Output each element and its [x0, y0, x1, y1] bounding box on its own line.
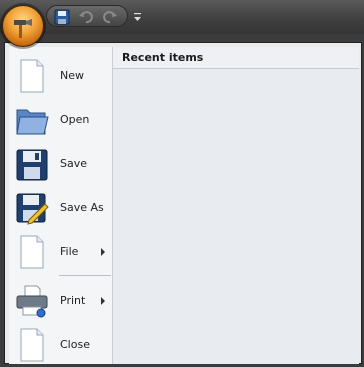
save-as-icon [15, 190, 49, 226]
title-bar [0, 0, 364, 34]
application-menu: New Open Save Save As File Print Close R… [4, 42, 362, 364]
menu-item-label: New [60, 69, 84, 82]
customize-toolbar-dropdown-icon[interactable] [132, 9, 144, 23]
open-folder-icon [15, 102, 49, 138]
redo-icon[interactable] [101, 8, 119, 26]
submenu-arrow-icon [101, 297, 105, 305]
menu-separator [59, 275, 111, 276]
undo-icon[interactable] [77, 8, 95, 26]
menu-item-label: Save As [60, 201, 104, 214]
menu-item-open[interactable]: Open [9, 98, 113, 142]
menu-item-save-as[interactable]: Save As [9, 186, 113, 230]
save-disk-icon [15, 146, 49, 182]
menu-item-label: Close [60, 338, 90, 351]
menu-item-label: Open [60, 113, 90, 126]
file-icon [15, 234, 49, 270]
printer-icon [15, 283, 49, 319]
menu-item-label: Print [60, 294, 86, 307]
menu-item-save[interactable]: Save [9, 142, 113, 186]
quick-access-toolbar [46, 5, 128, 27]
recent-items-header: Recent items [113, 47, 359, 69]
menu-item-new[interactable]: New [9, 54, 113, 98]
close-document-icon [15, 327, 49, 363]
menu-item-file[interactable]: File [9, 230, 113, 274]
menu-item-label: File [60, 245, 79, 258]
recent-items-pane: Recent items [113, 47, 359, 364]
menu-item-print[interactable]: Print [9, 279, 113, 323]
hammer-icon [14, 19, 32, 38]
new-document-icon [15, 58, 49, 94]
menu-item-label: Save [60, 157, 88, 170]
menu-item-close[interactable]: Close [9, 323, 113, 367]
save-icon[interactable] [53, 8, 71, 26]
application-menu-button[interactable] [2, 5, 44, 47]
application-window: New Open Save Save As File Print Close R… [0, 0, 364, 367]
submenu-arrow-icon [101, 248, 105, 256]
menu-commands-pane: New Open Save Save As File Print Close [9, 47, 113, 364]
